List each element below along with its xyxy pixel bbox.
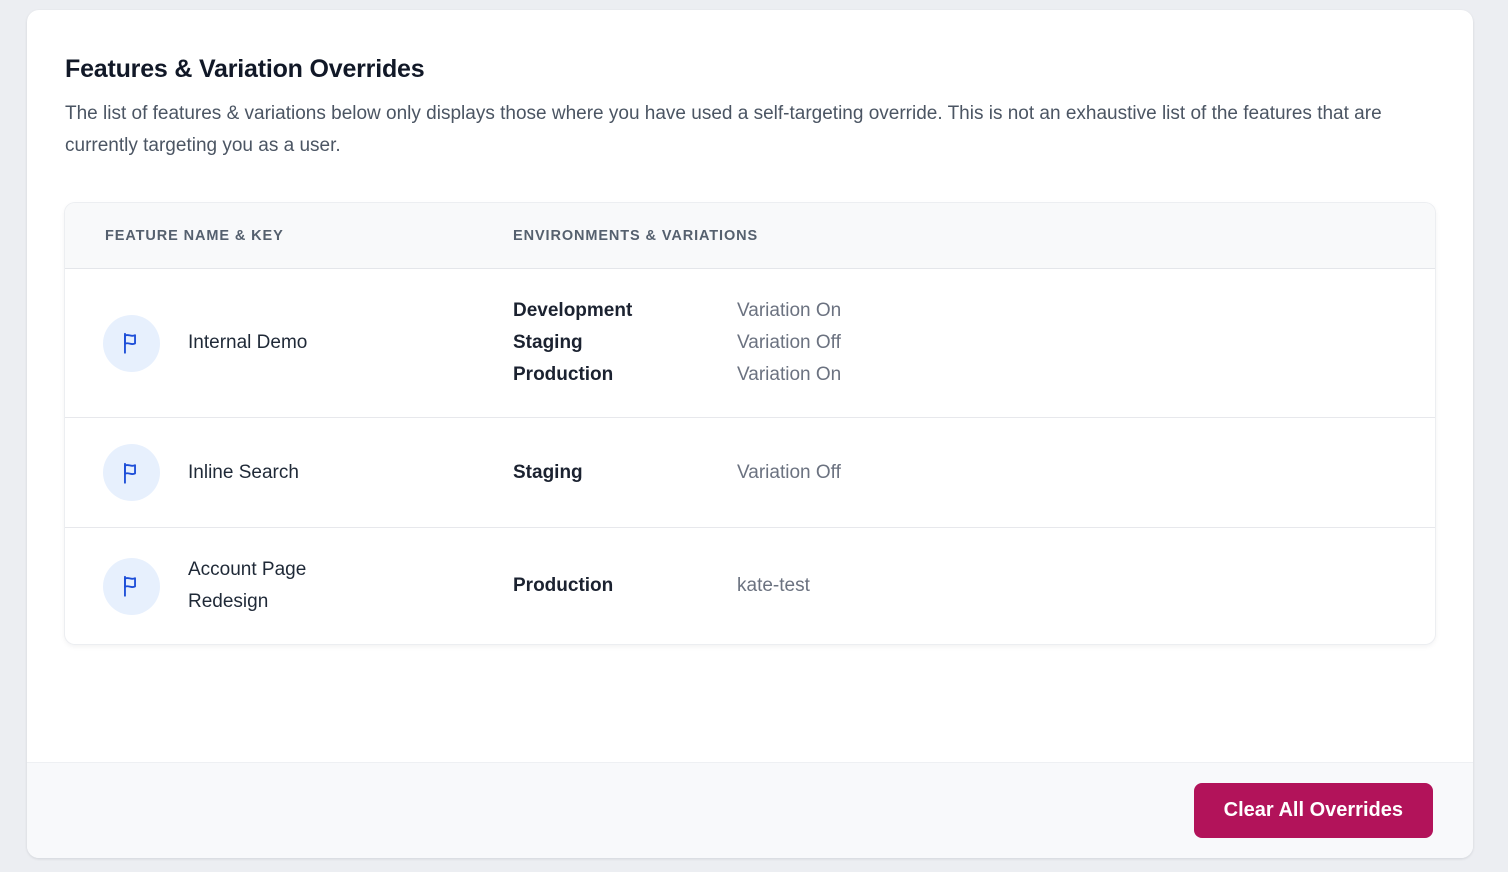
column-header-feature-name-key: Feature Name & Key [65, 228, 513, 244]
flag-icon [103, 315, 160, 372]
variation-value: kate-test [737, 570, 810, 602]
environments-cell: Development Variation On Staging Variati… [513, 295, 1435, 391]
table-row: Internal Demo Development Variation On S… [65, 269, 1435, 418]
environment-name: Development [513, 295, 737, 327]
feature-cell: Account Page Redesign [65, 554, 513, 618]
environment-line: Staging Variation Off [513, 327, 1435, 359]
feature-cell: Internal Demo [65, 315, 513, 372]
feature-name: Account Page Redesign [188, 554, 353, 618]
environments-cell: Production kate-test [513, 570, 1435, 602]
environments-cell: Staging Variation Off [513, 457, 1435, 489]
environment-name: Production [513, 570, 737, 602]
feature-cell: Inline Search [65, 444, 513, 501]
column-header-environments-variations: Environments & Variations [513, 228, 1435, 244]
environment-line: Development Variation On [513, 295, 1435, 327]
table-row: Inline Search Staging Variation Off [65, 418, 1435, 528]
environment-name: Production [513, 359, 737, 391]
card-footer: Clear All Overrides [27, 762, 1473, 858]
card-content: Features & Variation Overrides The list … [27, 10, 1473, 762]
feature-name: Internal Demo [188, 327, 307, 359]
environment-line: Production Variation On [513, 359, 1435, 391]
overrides-table: Feature Name & Key Environments & Variat… [65, 203, 1435, 644]
variation-value: Variation Off [737, 327, 841, 359]
environment-name: Staging [513, 327, 737, 359]
page-title: Features & Variation Overrides [65, 55, 1435, 84]
page-description: The list of features & variations below … [65, 98, 1410, 162]
environment-line: Staging Variation Off [513, 457, 1435, 489]
table-header-row: Feature Name & Key Environments & Variat… [65, 203, 1435, 269]
flag-icon [103, 444, 160, 501]
variation-value: Variation On [737, 295, 841, 327]
clear-all-overrides-button[interactable]: Clear All Overrides [1194, 783, 1433, 838]
variation-value: Variation Off [737, 457, 841, 489]
flag-icon [103, 558, 160, 615]
overrides-card: Features & Variation Overrides The list … [27, 10, 1473, 858]
variation-value: Variation On [737, 359, 841, 391]
feature-name: Inline Search [188, 457, 299, 489]
table-row: Account Page Redesign Production kate-te… [65, 528, 1435, 644]
environment-name: Staging [513, 457, 737, 489]
environment-line: Production kate-test [513, 570, 1435, 602]
